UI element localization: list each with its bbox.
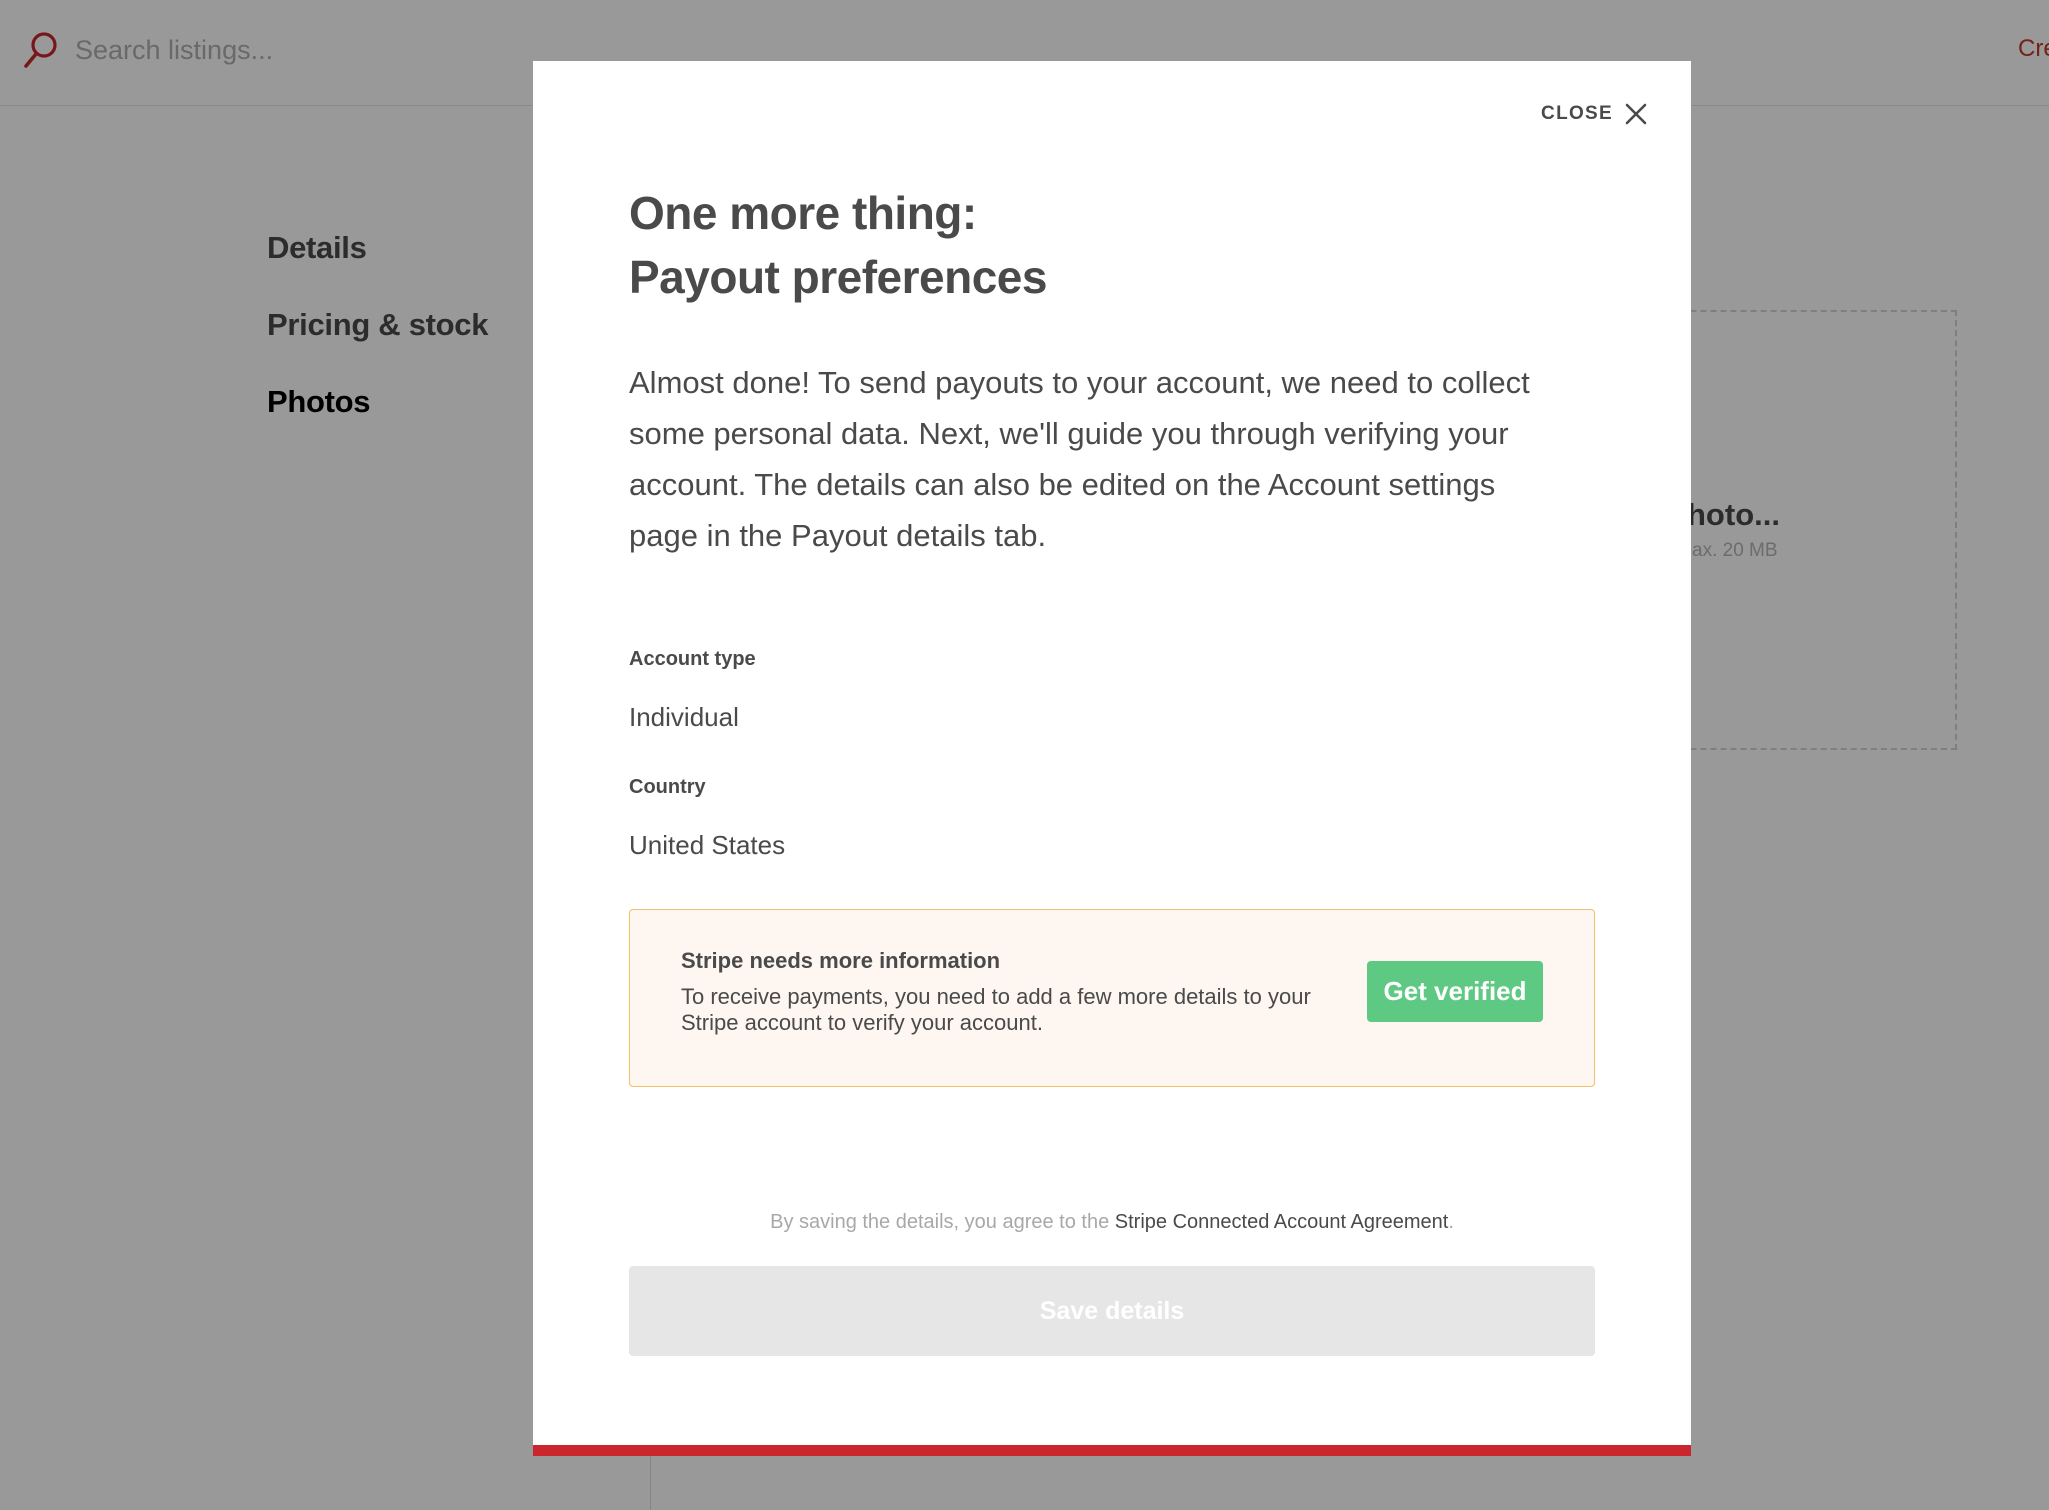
country-label: Country	[629, 776, 706, 798]
close-label: CLOSE	[1541, 103, 1613, 124]
account-type-label: Account type	[629, 648, 756, 670]
close-icon	[1625, 103, 1647, 125]
terms-prefix: By saving the details, you agree to the	[770, 1211, 1115, 1233]
alert-title: Stripe needs more information	[681, 948, 1001, 973]
modal-description: Almost done! To send payouts to your acc…	[629, 365, 1530, 553]
payout-preferences-modal: CLOSE One more thing: Payout preferences…	[533, 61, 1691, 1456]
stripe-info-alert: Stripe needs more information To receive…	[629, 909, 1595, 1087]
alert-text: To receive payments, you need to add a f…	[681, 984, 1311, 1035]
title-line-1: One more thing:	[629, 187, 977, 239]
stripe-agreement-link[interactable]: Stripe Connected Account Agreement	[1115, 1211, 1449, 1233]
save-details-button[interactable]: Save details	[629, 1266, 1595, 1356]
close-button[interactable]: CLOSE	[1541, 103, 1647, 125]
terms-text: By saving the details, you agree to the …	[629, 1211, 1595, 1234]
account-type-value: Individual	[629, 702, 739, 732]
title-line-2: Payout preferences	[629, 251, 1047, 303]
terms-suffix: .	[1448, 1211, 1454, 1233]
modal-title: One more thing: Payout preferences	[629, 181, 1047, 309]
country-value: United States	[629, 830, 786, 860]
get-verified-button[interactable]: Get verified	[1367, 961, 1543, 1022]
